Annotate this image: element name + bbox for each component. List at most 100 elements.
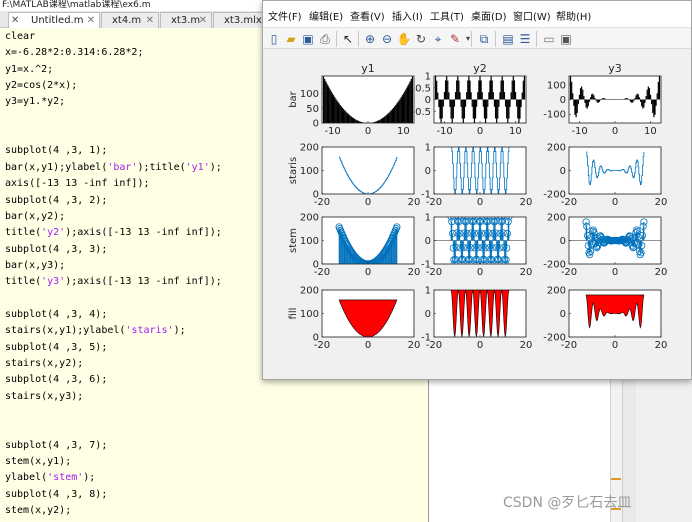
x-tick-label: 0 [365, 340, 371, 351]
bar [479, 76, 481, 100]
menu-window[interactable]: 窗口(W) [513, 11, 551, 25]
bar [481, 92, 483, 100]
bar [379, 119, 381, 123]
y-tick-label: -200 [543, 333, 566, 344]
tab-untitled[interactable]: ✕ Untitled.m ✕ [8, 12, 100, 28]
bar [436, 80, 438, 100]
code-line: subplot(4 ,3, 8); [5, 488, 108, 500]
figure-menubar: 文件(F) 编辑(E) 查看(V) 插入(I) 工具(T) 桌面(D) 窗口(W… [263, 9, 691, 27]
bar [444, 80, 447, 100]
bar [356, 120, 358, 123]
hide-plot-tools-icon[interactable]: ▭ [541, 31, 557, 47]
x-tick-label: 20 [520, 340, 533, 351]
pointer-icon[interactable]: ↖ [340, 31, 356, 47]
bar [611, 99, 613, 100]
bar [626, 98, 628, 100]
bar [332, 95, 335, 123]
bar [635, 95, 637, 100]
bar [587, 99, 589, 107]
tab-xt4[interactable]: xt4.m ✕ [101, 12, 159, 28]
zoom-out-icon[interactable]: ⊖ [379, 31, 395, 47]
bar [523, 76, 526, 100]
bar [617, 99, 619, 100]
bar [509, 99, 511, 107]
bar [655, 99, 657, 106]
menu-help[interactable]: 帮助(H) [556, 11, 591, 25]
bar [463, 99, 466, 119]
bar [402, 93, 405, 123]
save-icon[interactable]: ▣ [300, 31, 316, 47]
code-line: stairs(x,y3); [5, 390, 84, 402]
bar [341, 107, 344, 123]
warning-marker[interactable] [611, 478, 621, 480]
bar [392, 107, 395, 123]
menu-desktop[interactable]: 桌面(D) [471, 11, 507, 25]
bar [516, 99, 518, 107]
tab-label: xt3.m [171, 15, 201, 26]
x-tick-label: 0 [365, 126, 371, 137]
menu-file[interactable]: 文件(F) [268, 11, 302, 25]
bar [605, 99, 607, 100]
y-tick-label: 100 [300, 166, 319, 177]
bar [651, 99, 653, 105]
code-line: subplot(4 ,3, 3); [5, 243, 108, 255]
close-icon[interactable]: ✕ [11, 13, 19, 28]
bar [586, 99, 588, 109]
bar [459, 92, 461, 100]
bar [636, 93, 638, 100]
bar [585, 99, 587, 108]
code-line: subplot(4 ,3, 1); [5, 145, 108, 157]
y-tick-label: 200 [547, 143, 566, 154]
zoom-in-icon[interactable]: ⊕ [362, 31, 378, 47]
bar [513, 80, 516, 100]
x-tick-label: -10 [324, 126, 340, 137]
bar [483, 99, 486, 119]
bar [381, 118, 384, 123]
bar [625, 98, 627, 100]
x-tick-label: 10 [509, 126, 522, 137]
close-icon[interactable]: ✕ [199, 13, 207, 28]
bar [591, 94, 593, 100]
subplot-ylabel: staris [288, 157, 299, 184]
new-figure-icon[interactable]: ▯ [266, 31, 282, 47]
colorbar-icon[interactable]: ▤ [500, 31, 516, 47]
x-tick-label: 0 [365, 197, 371, 208]
x-tick-label: 0 [477, 126, 483, 137]
menu-insert[interactable]: 插入(I) [392, 11, 423, 25]
rotate-icon[interactable]: ↻ [413, 31, 429, 47]
bar [653, 99, 655, 118]
bar [496, 99, 498, 123]
bar [490, 76, 492, 100]
chevron-down-icon[interactable]: ▾ [460, 31, 476, 47]
close-icon[interactable]: ✕ [146, 13, 154, 28]
bar [492, 92, 494, 100]
bar [450, 99, 452, 119]
data-cursor-icon[interactable]: ⌖ [430, 31, 446, 47]
bar [325, 81, 327, 123]
show-plot-tools-icon[interactable]: ▣ [558, 31, 574, 47]
bar [334, 96, 336, 123]
bar [648, 88, 651, 100]
bar [377, 120, 379, 123]
bar [588, 99, 591, 102]
print-icon[interactable]: ⎙ [317, 31, 333, 47]
y-tick-label: 200 [547, 286, 566, 297]
tab-xt3[interactable]: xt3.m ✕ [160, 12, 212, 28]
menu-view[interactable]: 查看(V) [350, 11, 385, 25]
bar [451, 99, 453, 123]
tab-label: xt3.mlx [224, 15, 262, 26]
bar [511, 80, 513, 100]
bar [500, 80, 502, 100]
pan-icon[interactable]: ✋ [396, 31, 412, 47]
link-icon[interactable]: ⧉ [476, 31, 492, 47]
figure-titlebar[interactable] [263, 1, 691, 9]
tab-xt3-mlx[interactable]: xt3.mlx [213, 12, 265, 28]
open-icon[interactable]: ▰ [283, 31, 299, 47]
menu-edit[interactable]: 编辑(E) [309, 11, 343, 25]
bar [609, 99, 612, 100]
close-icon[interactable]: ✕ [87, 13, 95, 28]
bar [387, 113, 389, 123]
bar [458, 80, 460, 100]
menu-tools[interactable]: 工具(T) [430, 11, 464, 25]
legend-icon[interactable]: ☰ [517, 31, 533, 47]
